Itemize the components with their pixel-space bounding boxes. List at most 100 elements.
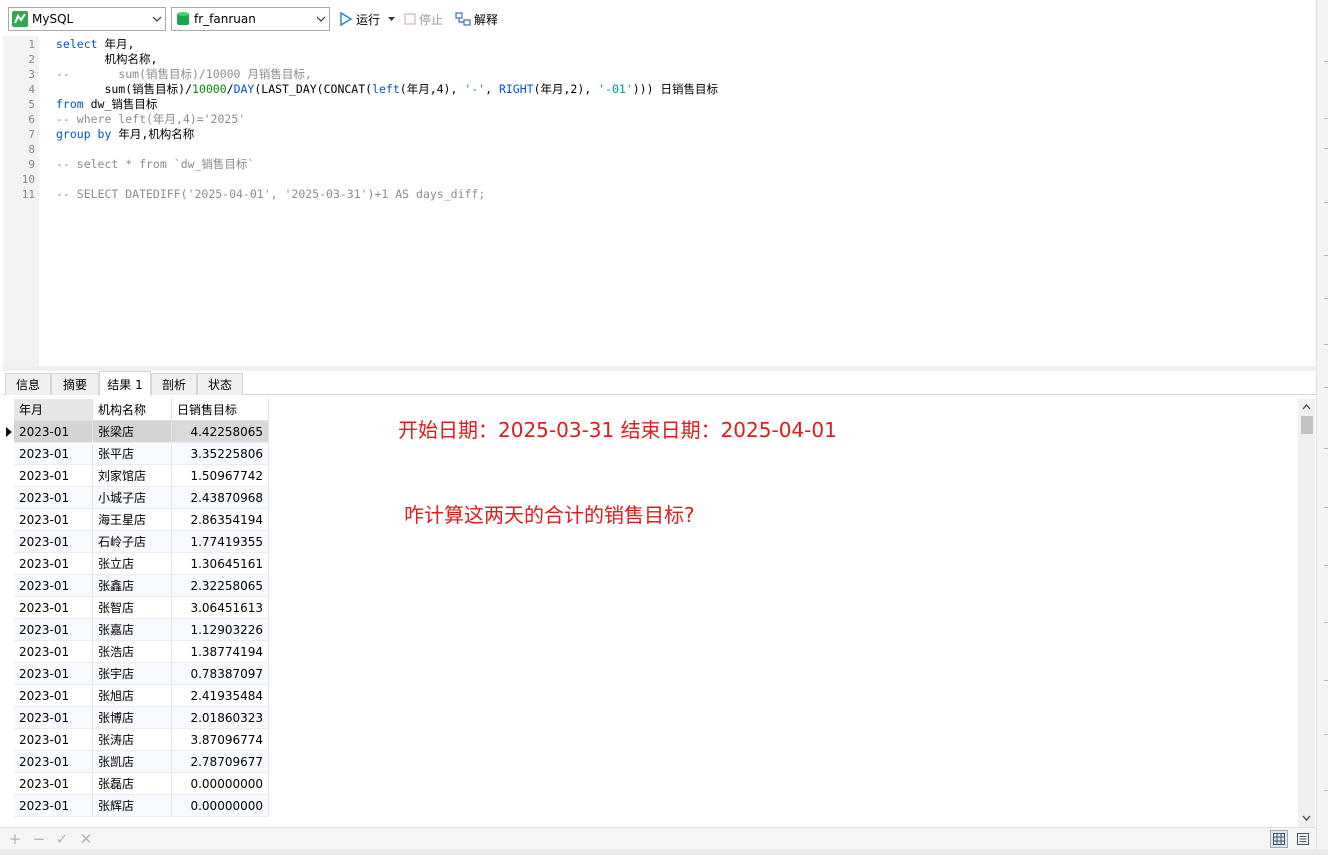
table-cell[interactable]: 2023-01 <box>14 553 93 575</box>
table-cell[interactable]: 2023-01 <box>14 509 93 531</box>
table-cell[interactable]: 2023-01 <box>14 773 93 795</box>
grid-scrollbar[interactable] <box>1298 399 1315 827</box>
run-button[interactable]: 运行 <box>339 9 396 29</box>
table-row[interactable]: 2023-01 张嘉店 1.12903226 <box>14 619 269 641</box>
table-cell[interactable]: 2023-01 <box>14 663 93 685</box>
table-cell[interactable]: 张智店 <box>93 597 172 619</box>
grid-view-icon[interactable] <box>1270 830 1288 848</box>
table-row[interactable]: 2023-01 张梁店 4.42258065 <box>14 421 269 443</box>
explain-button[interactable]: 解释 <box>455 9 498 29</box>
table-row[interactable]: 2023-01 张平店 3.35225806 <box>14 443 269 465</box>
column-header[interactable]: 年月 <box>14 399 93 421</box>
table-cell[interactable]: 张涛店 <box>93 729 172 751</box>
table-cell[interactable]: 张凯店 <box>93 751 172 773</box>
table-cell[interactable]: 2023-01 <box>14 729 93 751</box>
table-cell[interactable]: 张立店 <box>93 553 172 575</box>
table-cell[interactable]: 刘家馆店 <box>93 465 172 487</box>
table-cell[interactable]: 张辉店 <box>93 795 172 817</box>
table-row[interactable]: 2023-01 海王星店 2.86354194 <box>14 509 269 531</box>
delete-row-icon[interactable]: − <box>30 830 48 848</box>
table-row[interactable]: 2023-01 小城子店 2.43870968 <box>14 487 269 509</box>
table-cell[interactable]: 海王星店 <box>93 509 172 531</box>
table-cell[interactable]: 2.41935484 <box>172 685 269 707</box>
table-cell[interactable]: 2023-01 <box>14 531 93 553</box>
table-cell[interactable]: 1.38774194 <box>172 641 269 663</box>
table-cell[interactable]: 2.43870968 <box>172 487 269 509</box>
scroll-thumb[interactable] <box>1301 416 1313 434</box>
add-row-icon[interactable]: + <box>6 830 24 848</box>
table-cell[interactable]: 张博店 <box>93 707 172 729</box>
table-cell[interactable]: 2023-01 <box>14 619 93 641</box>
table-cell[interactable]: 1.12903226 <box>172 619 269 641</box>
table-cell[interactable]: 2023-01 <box>14 751 93 773</box>
table-cell[interactable]: 张嘉店 <box>93 619 172 641</box>
table-cell[interactable]: 2023-01 <box>14 707 93 729</box>
table-cell[interactable]: 3.35225806 <box>172 443 269 465</box>
sql-editor[interactable]: 1 2 3 4 5 6 7 8 9 10 11 select 年月, 机构名称,… <box>3 36 1315 366</box>
database-select[interactable]: fr_fanruan <box>171 7 330 31</box>
table-cell[interactable]: 4.42258065 <box>172 421 269 443</box>
table-row[interactable]: 2023-01 张宇店 0.78387097 <box>14 663 269 685</box>
table-cell[interactable]: 石岭子店 <box>93 531 172 553</box>
table-cell[interactable]: 小城子店 <box>93 487 172 509</box>
discard-icon[interactable]: ✕ <box>77 830 95 848</box>
table-cell[interactable]: 1.30645161 <box>172 553 269 575</box>
tab-summary[interactable]: 摘要 <box>51 373 99 395</box>
table-row[interactable]: 2023-01 张博店 2.01860323 <box>14 707 269 729</box>
code-line: -- sum(销售目标)/10000 月销售目标, <box>56 67 312 81</box>
table-cell[interactable]: 2023-01 <box>14 575 93 597</box>
connection-select[interactable]: MySQL <box>8 7 166 31</box>
table-cell[interactable]: 张磊店 <box>93 773 172 795</box>
table-row[interactable]: 2023-01 张智店 3.06451613 <box>14 597 269 619</box>
table-cell[interactable]: 2023-01 <box>14 443 93 465</box>
tab-result-1[interactable]: 结果 1 <box>99 371 151 396</box>
column-header[interactable]: 机构名称 <box>93 399 172 421</box>
table-cell[interactable]: 2.01860323 <box>172 707 269 729</box>
apply-icon[interactable]: ✓ <box>53 830 71 848</box>
table-cell[interactable]: 2023-01 <box>14 641 93 663</box>
table-row[interactable]: 2023-01 刘家馆店 1.50967742 <box>14 465 269 487</box>
caret-down-icon[interactable] <box>388 17 396 21</box>
table-row[interactable]: 2023-01 张辉店 0.00000000 <box>14 795 269 817</box>
table-cell[interactable]: 2023-01 <box>14 795 93 817</box>
table-cell[interactable]: 2.78709677 <box>172 751 269 773</box>
table-cell[interactable]: 2.32258065 <box>172 575 269 597</box>
table-cell[interactable]: 张梁店 <box>93 421 172 443</box>
table-cell[interactable]: 2023-01 <box>14 597 93 619</box>
code-area[interactable]: select 年月, 机构名称, -- sum(销售目标)/10000 月销售目… <box>56 37 718 202</box>
table-cell[interactable]: 2023-01 <box>14 685 93 707</box>
table-row[interactable]: 2023-01 张旭店 2.41935484 <box>14 685 269 707</box>
tab-info[interactable]: 信息 <box>5 373 51 395</box>
table-row[interactable]: 2023-01 张磊店 0.00000000 <box>14 773 269 795</box>
scroll-up-icon[interactable] <box>1298 399 1315 415</box>
table-row[interactable]: 2023-01 张涛店 3.87096774 <box>14 729 269 751</box>
tab-status[interactable]: 状态 <box>197 373 243 395</box>
table-cell[interactable]: 张鑫店 <box>93 575 172 597</box>
table-cell[interactable]: 张宇店 <box>93 663 172 685</box>
table-cell[interactable]: 张浩店 <box>93 641 172 663</box>
stop-button[interactable]: 停止 <box>404 9 443 29</box>
table-cell[interactable]: 3.06451613 <box>172 597 269 619</box>
table-cell[interactable]: 张平店 <box>93 443 172 465</box>
divider <box>1324 298 1328 299</box>
table-cell[interactable]: 张旭店 <box>93 685 172 707</box>
table-row[interactable]: 2023-01 张立店 1.30645161 <box>14 553 269 575</box>
table-row[interactable]: 2023-01 张浩店 1.38774194 <box>14 641 269 663</box>
table-cell[interactable]: 2023-01 <box>14 487 93 509</box>
column-header[interactable]: 日销售目标 <box>172 399 269 421</box>
table-cell[interactable]: 2023-01 <box>14 465 93 487</box>
table-cell[interactable]: 2023-01 <box>14 421 93 443</box>
tab-profile[interactable]: 剖析 <box>151 373 197 395</box>
table-cell[interactable]: 2.86354194 <box>172 509 269 531</box>
table-row[interactable]: 2023-01 张鑫店 2.32258065 <box>14 575 269 597</box>
table-cell[interactable]: 0.00000000 <box>172 795 269 817</box>
table-cell[interactable]: 0.00000000 <box>172 773 269 795</box>
table-cell[interactable]: 1.77419355 <box>172 531 269 553</box>
table-row[interactable]: 2023-01 石岭子店 1.77419355 <box>14 531 269 553</box>
form-view-icon[interactable] <box>1294 830 1312 848</box>
scroll-down-icon[interactable] <box>1298 810 1315 826</box>
table-cell[interactable]: 1.50967742 <box>172 465 269 487</box>
table-cell[interactable]: 3.87096774 <box>172 729 269 751</box>
table-cell[interactable]: 0.78387097 <box>172 663 269 685</box>
table-row[interactable]: 2023-01 张凯店 2.78709677 <box>14 751 269 773</box>
